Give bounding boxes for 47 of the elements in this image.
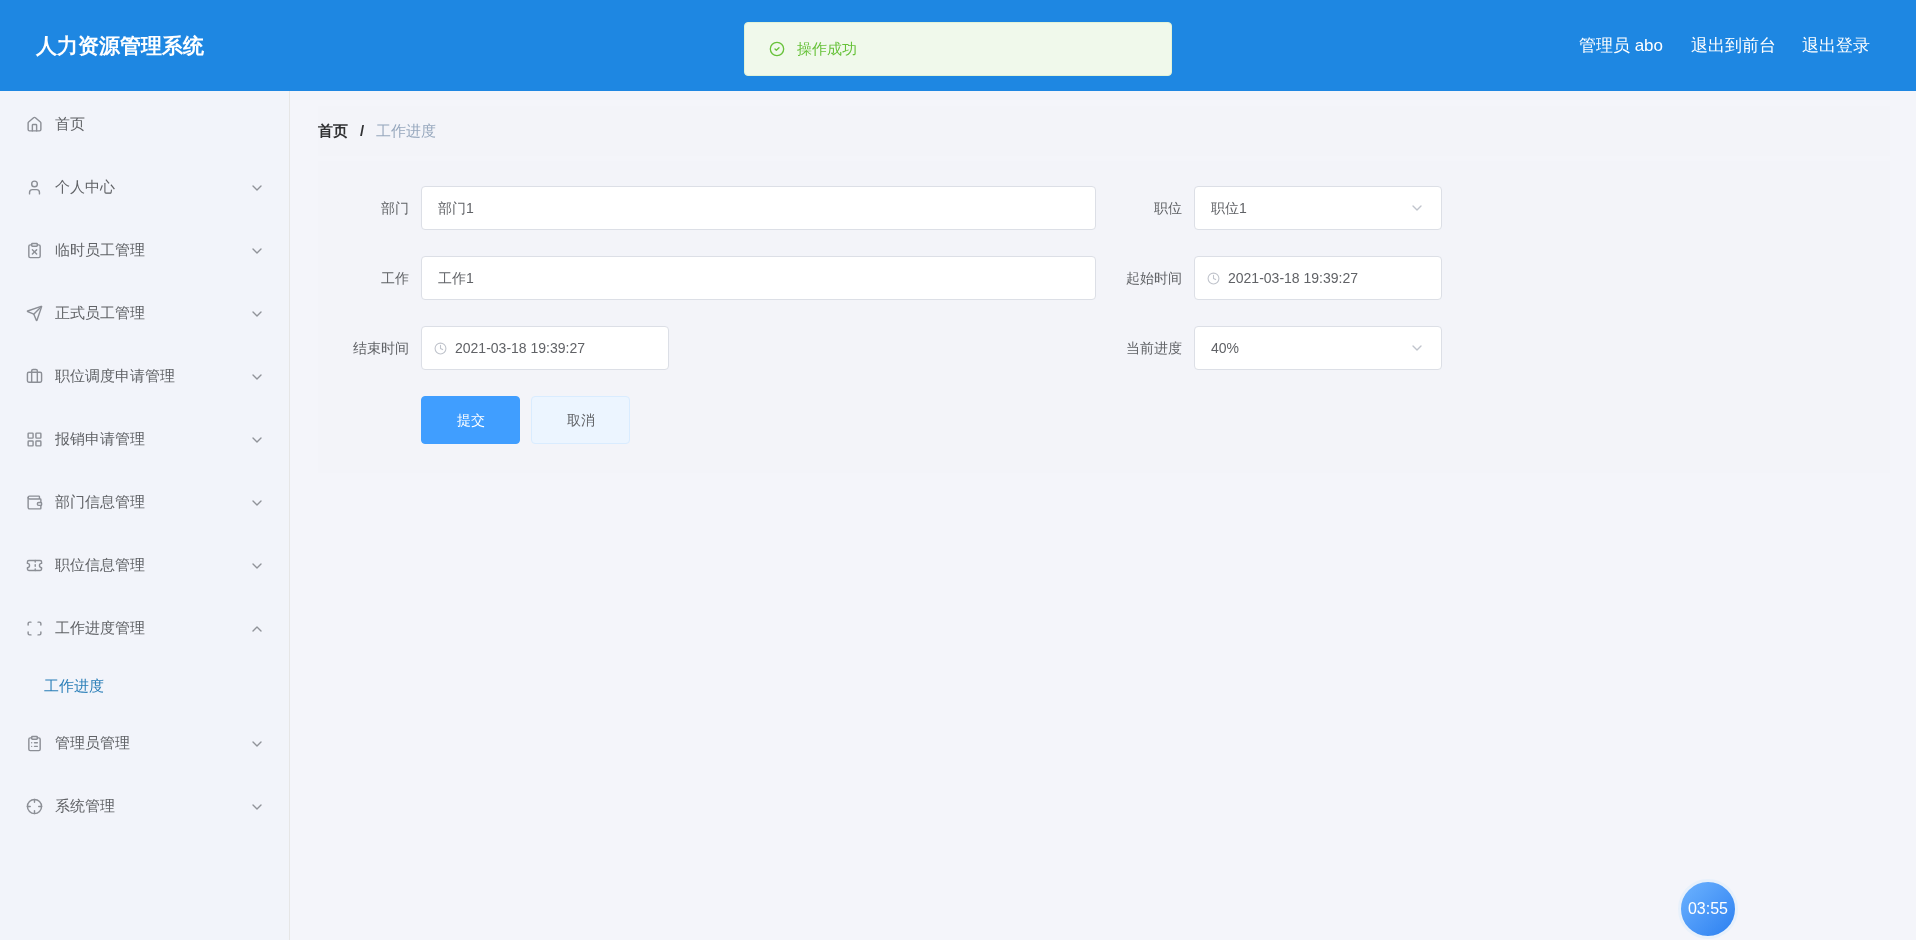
check-icon xyxy=(769,41,785,57)
header-link[interactable]: 退出到前台 xyxy=(1691,32,1776,59)
field-label: 起始时间 xyxy=(1125,268,1183,288)
clock-icon xyxy=(1207,271,1220,285)
menu-item[interactable]: 正式员工管理 xyxy=(0,282,289,345)
menu-item[interactable]: 职位信息管理 xyxy=(0,534,289,597)
submenu-item[interactable]: 工作进度 xyxy=(0,660,289,712)
menu-item[interactable]: 工作进度管理 xyxy=(0,597,289,660)
menu-item[interactable]: 临时员工管理 xyxy=(0,219,289,282)
field-label: 当前进度 xyxy=(1125,338,1183,358)
clipboard-icon xyxy=(26,735,43,752)
user-name: 管理员 abo xyxy=(1578,34,1663,57)
clock-icon xyxy=(434,341,447,355)
menu-item[interactable]: 职位调度申请管理 xyxy=(0,345,289,408)
briefcase-icon xyxy=(26,368,43,385)
menu-item[interactable]: 系统管理 xyxy=(0,775,289,838)
home-icon xyxy=(26,116,43,133)
menu-item[interactable]: 个人中心 xyxy=(0,156,289,219)
breadcrumb-separator: / xyxy=(360,120,365,141)
date-time-field[interactable]: 2021-03-18 19:39:27 xyxy=(1194,256,1442,300)
scan-icon xyxy=(26,620,43,637)
select-field[interactable]: 职位1 xyxy=(1194,186,1442,230)
wallet-icon xyxy=(26,494,43,511)
app-title: 人力资源管理系统 xyxy=(36,32,204,59)
grid-icon xyxy=(26,431,43,448)
field-label: 工作 xyxy=(380,268,410,288)
input-field[interactable]: 工作1 xyxy=(421,256,1096,300)
date-time-field[interactable]: 2021-03-18 19:39:27 xyxy=(421,326,669,370)
menu-item[interactable]: 部门信息管理 xyxy=(0,471,289,534)
select-field[interactable]: 40% xyxy=(1194,326,1442,370)
cancel-button[interactable]: 取消 xyxy=(531,396,630,444)
ticket-icon xyxy=(26,557,43,574)
user-icon xyxy=(26,179,43,196)
menu-item[interactable]: 首页 xyxy=(0,93,289,156)
field-label: 部门 xyxy=(380,198,410,218)
send-icon xyxy=(26,305,43,322)
toast: 操作成功 xyxy=(744,22,1172,76)
menu-item[interactable]: 报销申请管理 xyxy=(0,408,289,471)
clipboard-icon xyxy=(26,242,43,259)
header-link[interactable]: 退出登录 xyxy=(1802,32,1870,59)
breadcrumb-item[interactable]: 首页 xyxy=(318,119,348,143)
breadcrumb-item: 工作进度 xyxy=(376,120,437,141)
input-field[interactable]: 部门1 xyxy=(421,186,1096,230)
menu-item[interactable]: 管理员管理 xyxy=(0,712,289,775)
crosshair-icon xyxy=(26,798,43,815)
field-label: 职位 xyxy=(1153,198,1183,218)
field-label: 结束时间 xyxy=(352,338,410,358)
